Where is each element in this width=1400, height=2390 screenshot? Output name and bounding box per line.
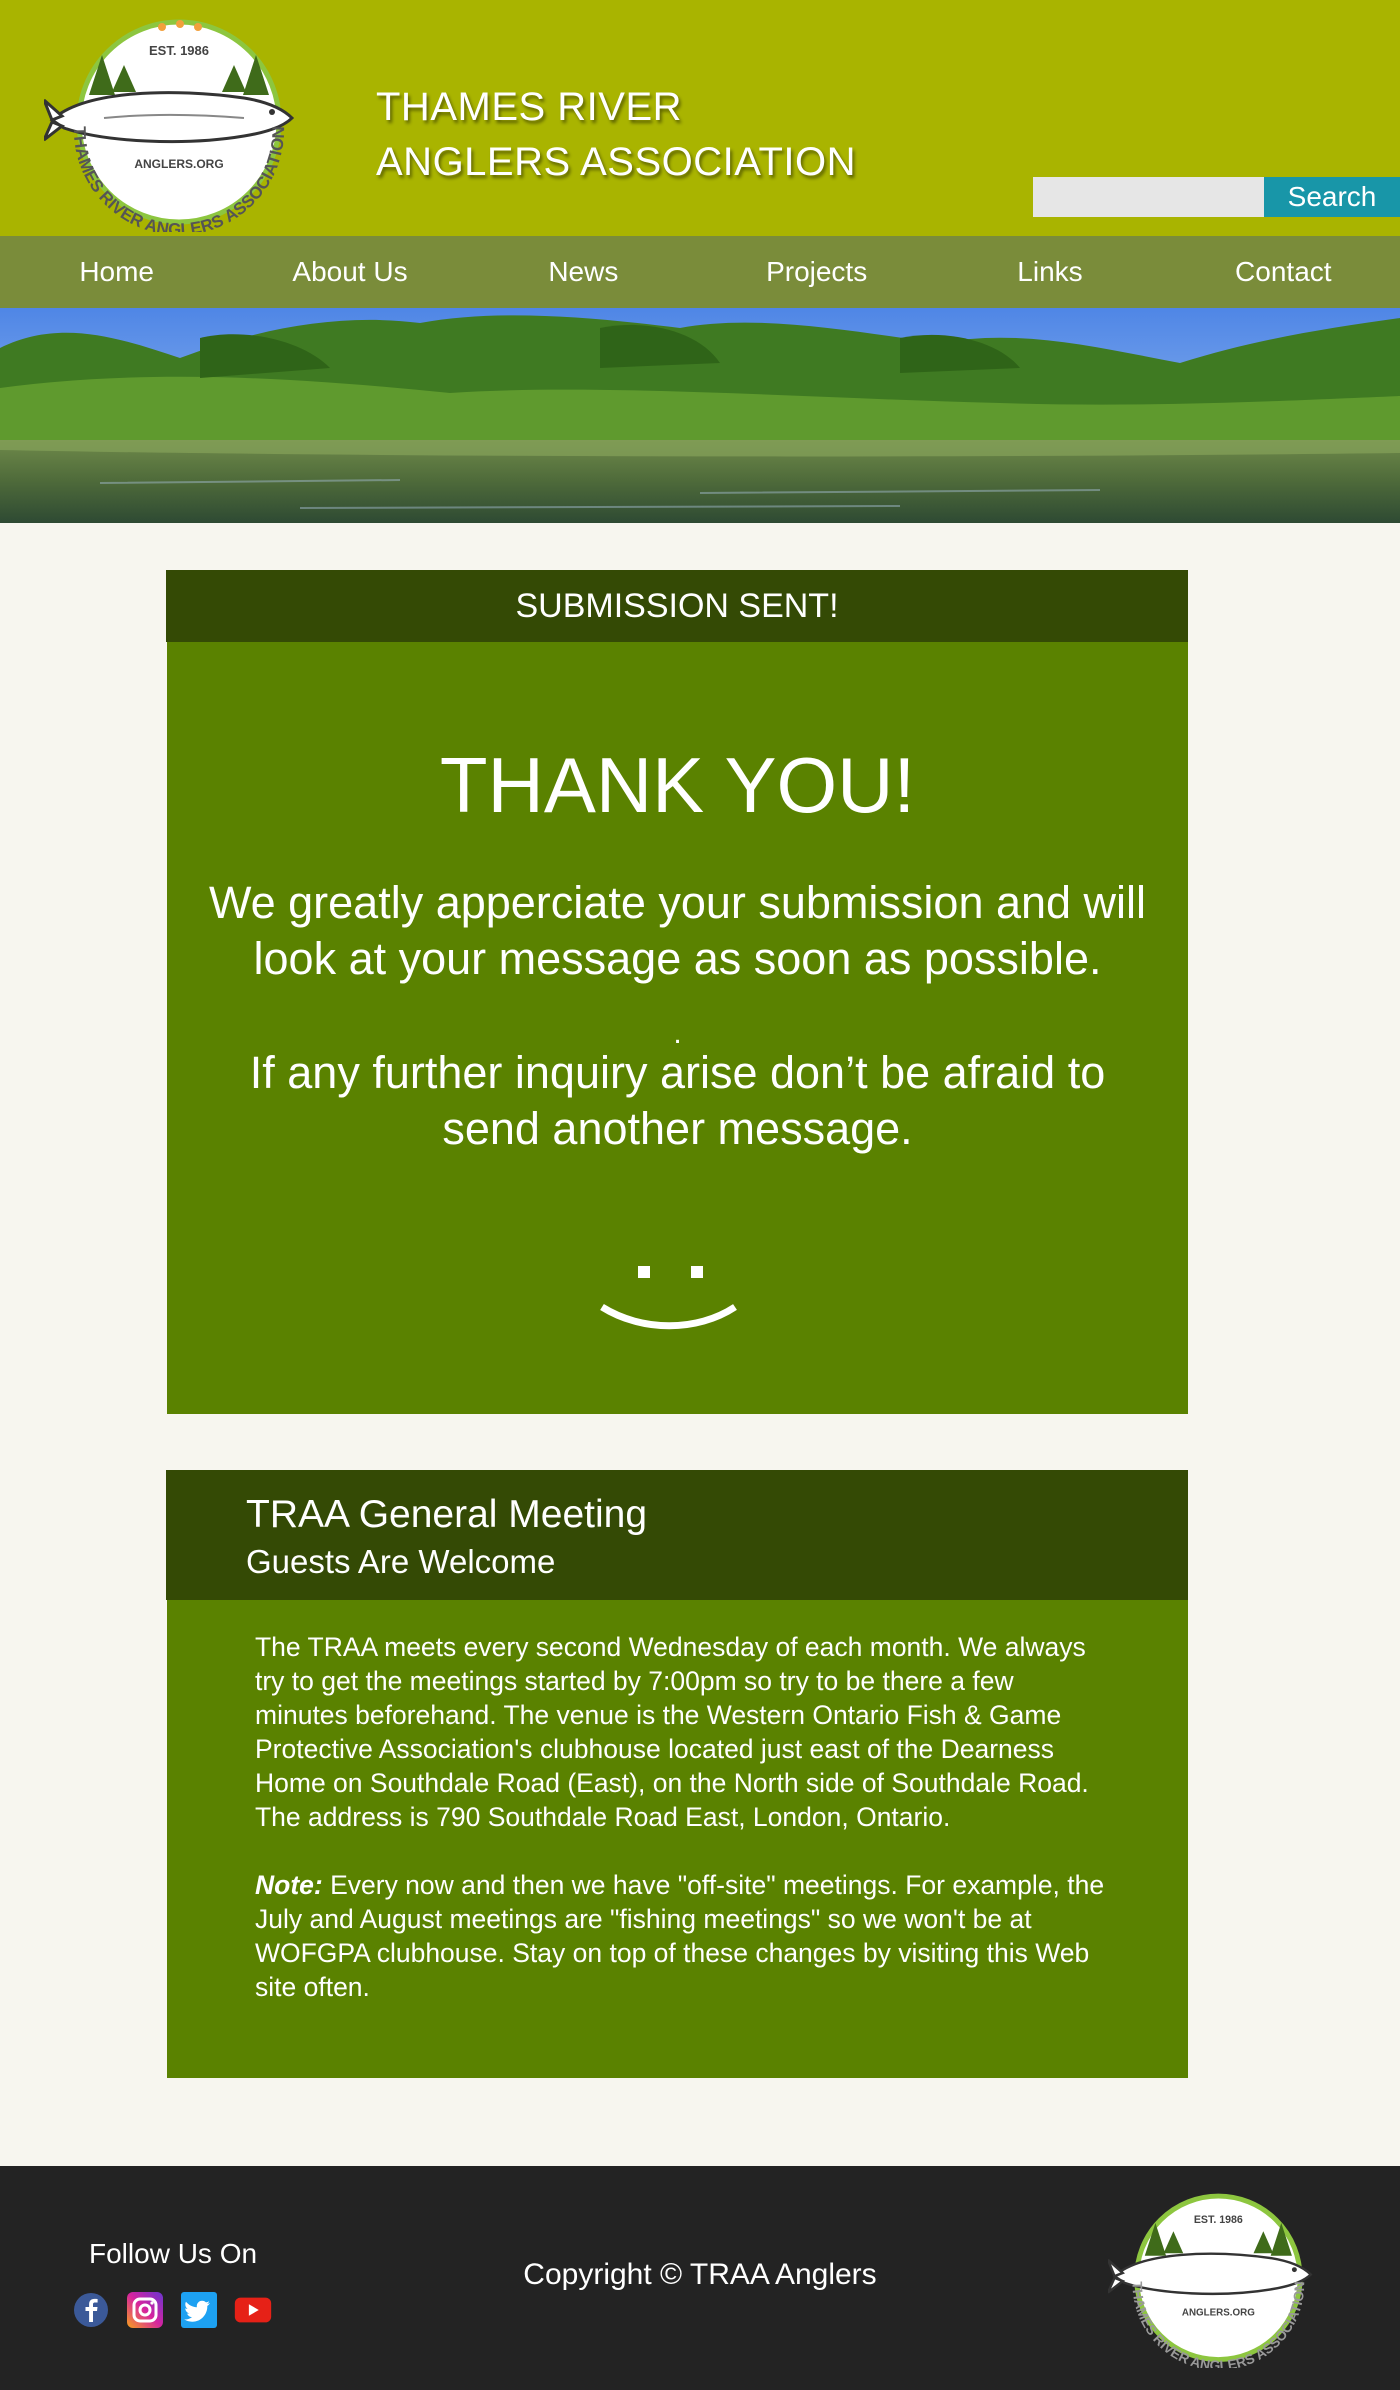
meeting-text: The TRAA meets every second Wednesday of… — [255, 1630, 1105, 2038]
thank-you-title: THANK YOU! — [439, 741, 916, 829]
search-input[interactable] — [1033, 177, 1264, 217]
traa-logo[interactable]: EST. 1986 ANGLERS.ORG THAMES RIVER ANGLE… — [44, 10, 296, 232]
followup-message: If any further inquiry arise don’t be af… — [249, 1047, 1106, 1154]
main-nav: Home About Us News Projects Links Contac… — [0, 236, 1400, 308]
site-title-line1: THAMES RIVER — [376, 85, 683, 129]
meeting-subtitle: Guests Are Welcome — [246, 1543, 556, 1580]
footer-logo-est: EST. 1986 — [1194, 2214, 1243, 2226]
confirmation-message: We greatly apperciate your submission an… — [208, 877, 1147, 984]
meeting-panel: The TRAA meets every second Wednesday of… — [167, 1600, 1188, 2078]
search-button[interactable]: Search — [1264, 177, 1400, 217]
logo-est: EST. 1986 — [149, 43, 209, 58]
site-title: THAMES RIVER ANGLERS ASSOCIATION — [376, 80, 856, 190]
logo-url: ANGLERS.ORG — [134, 157, 223, 171]
nav-item-contact[interactable]: Contact — [1167, 236, 1400, 308]
note-label: Note: — [255, 1870, 323, 1900]
nav-item-projects[interactable]: Projects — [700, 236, 933, 308]
smiley-icon — [600, 1266, 737, 1330]
youtube-icon[interactable] — [234, 2291, 272, 2329]
instagram-icon[interactable] — [126, 2291, 164, 2329]
meeting-paragraph: The TRAA meets every second Wednesday of… — [255, 1632, 1089, 1832]
meeting-header: TRAA General Meeting Guests Are Welcome — [166, 1470, 1188, 1600]
submission-sent-heading: SUBMISSION SENT! — [166, 570, 1188, 642]
facebook-icon[interactable] — [72, 2291, 110, 2329]
note-text: Every now and then we have "off-site" me… — [255, 1870, 1105, 2002]
footer-logo-url: ANGLERS.ORG — [1182, 2307, 1255, 2318]
site-footer: Follow Us On Copyright © TRAA Anglers ES… — [0, 2166, 1400, 2390]
social-links — [72, 2291, 272, 2329]
site-title-line2: ANGLERS ASSOCIATION — [376, 140, 856, 184]
nav-item-links[interactable]: Links — [933, 236, 1166, 308]
footer-traa-logo[interactable]: EST. 1986 ANGLERS.ORG THAMES RIVER ANGLE… — [1108, 2186, 1314, 2368]
nav-item-home[interactable]: Home — [0, 236, 233, 308]
meeting-title: TRAA General Meeting — [246, 1493, 648, 1536]
twitter-icon[interactable] — [180, 2291, 218, 2329]
site-header: EST. 1986 ANGLERS.ORG THAMES RIVER ANGLE… — [0, 0, 1400, 236]
nav-item-about-us[interactable]: About Us — [233, 236, 466, 308]
river-banner-image — [0, 308, 1400, 523]
confirmation-panel: THANK YOU! We greatly apperciate your su… — [167, 642, 1188, 1414]
nav-item-news[interactable]: News — [467, 236, 700, 308]
meeting-note: Note: Every now and then we have "off-si… — [255, 1868, 1105, 2004]
